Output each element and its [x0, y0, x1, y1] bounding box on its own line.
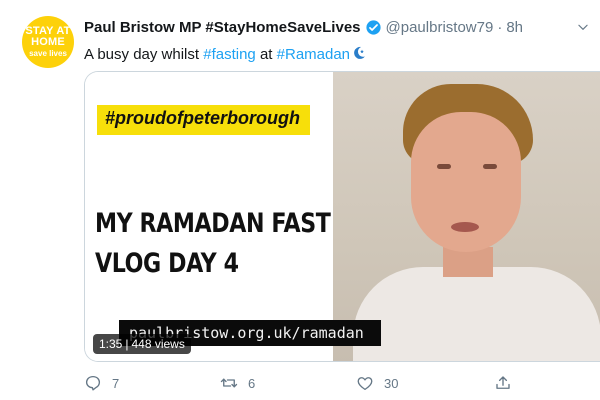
speaker-eye [483, 164, 497, 169]
video-player[interactable]: #proudofpeterborough MY RAMADAN FAST VLO… [84, 71, 600, 362]
video-duration-badge: 1:35 | 448 views [93, 334, 191, 354]
share-button[interactable] [494, 374, 522, 392]
hashtag-fasting[interactable]: #fasting [203, 46, 256, 63]
video-banner: #proudofpeterborough [97, 105, 310, 135]
video-headline: MY RAMADAN FAST VLOG DAY 4 [95, 204, 331, 284]
like-button[interactable]: 30 [356, 374, 398, 392]
video-duration: 1:35 [99, 337, 123, 351]
video-headline-line2: VLOG DAY 4 [95, 248, 239, 279]
author-name[interactable]: Paul Bristow MP #StayHomeSaveLives [84, 19, 361, 36]
tweet-text-part2: at [255, 46, 277, 63]
badge-separator: | [125, 337, 129, 351]
tweet-text: A busy day whilst #fasting at #Ramadan [84, 45, 367, 63]
avatar[interactable]: STAY AT HOME save lives [22, 16, 74, 68]
avatar-text-line1: STAY AT [25, 24, 71, 37]
reply-icon [85, 375, 101, 391]
reply-button[interactable]: 7 [84, 374, 119, 392]
heart-icon [357, 377, 373, 391]
avatar-text-line2: HOME [31, 35, 65, 48]
tweet-time[interactable]: 8h [506, 19, 523, 36]
author-handle[interactable]: @paulbristow79 [386, 19, 494, 36]
avatar-text-line3: save lives [29, 48, 67, 58]
video-headline-line1: MY RAMADAN FAST [95, 208, 331, 239]
crescent-moon-icon [354, 46, 366, 59]
header-separator: · [497, 19, 503, 36]
video-title-panel: #proudofpeterborough MY RAMADAN FAST VLO… [85, 72, 333, 361]
like-count: 30 [384, 375, 399, 391]
video-views: 448 views [131, 337, 185, 351]
retweet-button[interactable]: 6 [220, 374, 255, 392]
share-icon [496, 376, 510, 389]
retweet-count: 6 [248, 375, 256, 391]
tweet-text-part1: A busy day whilst [84, 46, 204, 63]
chevron-down-icon[interactable] [576, 20, 590, 34]
tweet-actions: 7 6 30 [80, 374, 600, 394]
video-speaker-frame [333, 72, 600, 361]
verified-badge-icon [365, 20, 381, 35]
speaker-eye [437, 164, 451, 169]
hashtag-ramadan[interactable]: #Ramadan [277, 46, 350, 63]
speaker-mouth [451, 222, 479, 232]
reply-count: 7 [112, 375, 120, 391]
speaker-shirt [353, 267, 600, 361]
tweet-header: Paul Bristow MP #StayHomeSaveLives @paul… [84, 19, 523, 36]
retweet-icon [220, 378, 238, 388]
